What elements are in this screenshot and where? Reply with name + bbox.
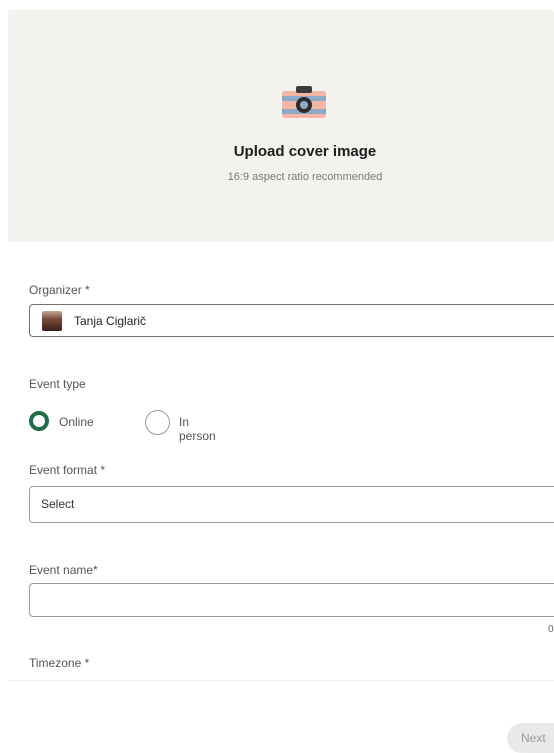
camera-icon [282,86,326,118]
event-format-select[interactable]: Select [29,486,554,523]
organizer-select[interactable]: Tanja Ciglarič [29,304,554,337]
radio-online-label[interactable]: Online [59,415,94,429]
timezone-label: Timezone * [29,656,90,670]
event-format-value: Select [41,497,75,511]
event-format-label: Event format * [29,463,106,477]
event-type-label: Event type [29,377,86,391]
event-name-label: Event name* [29,563,98,577]
event-name-input[interactable] [29,583,554,617]
organizer-label: Organizer * [29,283,90,297]
radio-in-person[interactable] [145,410,170,435]
radio-online[interactable] [29,411,49,431]
radio-in-person-label[interactable]: In person [179,415,216,443]
next-button[interactable]: Next [507,723,554,753]
event-name-char-counter: 0 [548,624,554,635]
cover-upload-hint: 16:9 aspect ratio recommended [227,171,383,183]
footer-divider [8,680,554,681]
avatar [42,311,62,331]
cover-upload-title: Upload cover image [233,143,377,160]
organizer-name: Tanja Ciglarič [74,314,147,328]
cover-image-upload[interactable]: Upload cover image 16:9 aspect ratio rec… [8,10,554,242]
